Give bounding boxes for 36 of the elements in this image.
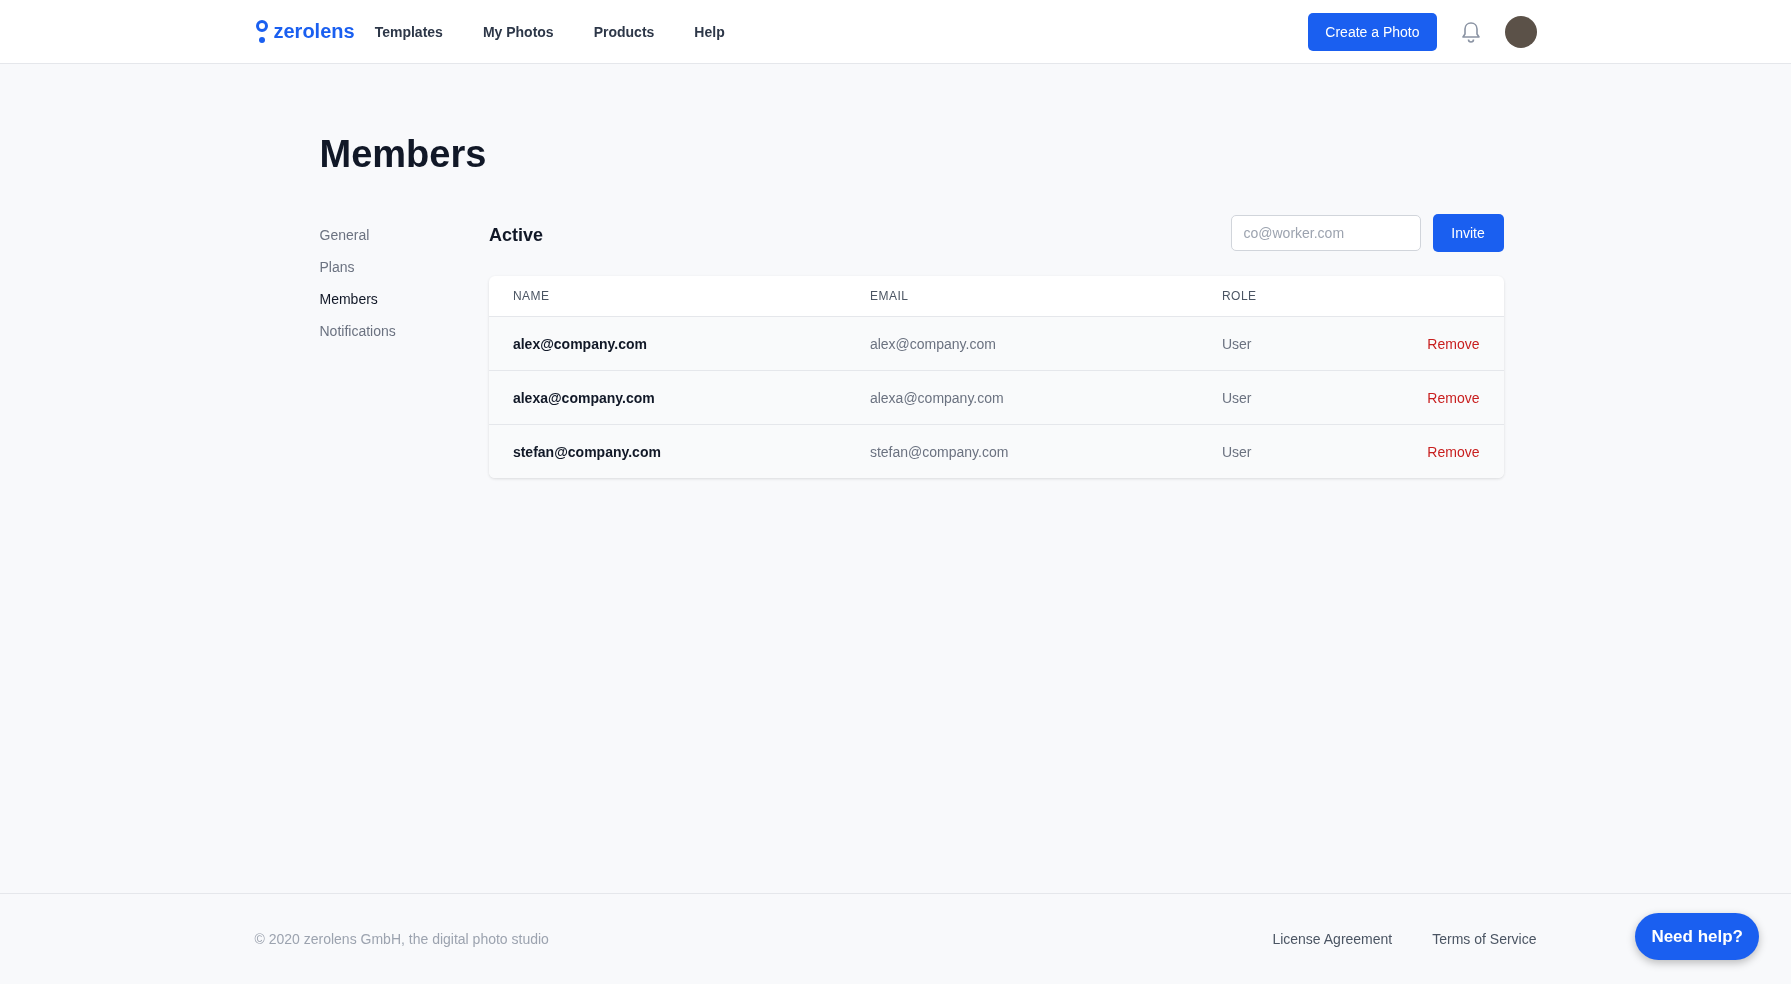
email-input-field[interactable]: co@worker.com — [1230, 215, 1421, 251]
sidebar-item[interactable]: Members — [319, 290, 489, 308]
remove-link[interactable]: Remove — [1427, 443, 1480, 460]
logo-icon — [254, 19, 269, 44]
nav-link[interactable]: Products — [593, 23, 655, 40]
nav-link[interactable]: My Photos — [482, 23, 554, 40]
table-cell-text: User — [1221, 443, 1253, 460]
table-cell-text: alexa@company.com — [869, 389, 1005, 406]
need-help-button[interactable]: Need help? — [1635, 913, 1759, 960]
sidebar-item[interactable]: General — [319, 226, 489, 244]
nav-link[interactable]: Templates — [374, 23, 443, 40]
remove-link[interactable]: Remove — [1427, 335, 1480, 352]
column-header: EMAIL — [869, 289, 910, 303]
page-title: Members — [319, 133, 488, 176]
table-cell-text: alex@company.com — [512, 335, 648, 352]
invite-button[interactable]: Invite — [1432, 214, 1504, 252]
section-title: Active — [488, 224, 543, 246]
sidebar-item[interactable]: Notifications — [319, 322, 489, 340]
footer-link[interactable]: License Agreement — [1272, 931, 1393, 947]
remove-link[interactable]: Remove — [1427, 389, 1480, 406]
footer-link[interactable]: Terms of Service — [1432, 931, 1537, 947]
copyright-text: © 2020 zerolens GmbH, the digital photo studio — [254, 931, 549, 947]
column-header: NAME — [512, 289, 551, 303]
bell-icon[interactable] — [1460, 20, 1481, 43]
table-cell-text: alex@company.com — [869, 335, 997, 352]
sidebar-item[interactable]: Plans — [319, 258, 489, 276]
column-header: ROLE — [1221, 289, 1258, 303]
avatar[interactable] — [1504, 15, 1537, 48]
table-cell-text: alexa@company.com — [512, 389, 656, 406]
create-photo-button[interactable]: Create a Photo — [1308, 12, 1437, 51]
table-cell-text: User — [1221, 389, 1253, 406]
nav-link[interactable]: Help — [694, 23, 725, 40]
table-cell-text: User — [1221, 335, 1253, 352]
table-cell-text: stefan@company.com — [869, 443, 1010, 460]
table-cell-text: stefan@company.com — [512, 443, 662, 460]
logo-text[interactable]: zerolens — [273, 20, 355, 43]
